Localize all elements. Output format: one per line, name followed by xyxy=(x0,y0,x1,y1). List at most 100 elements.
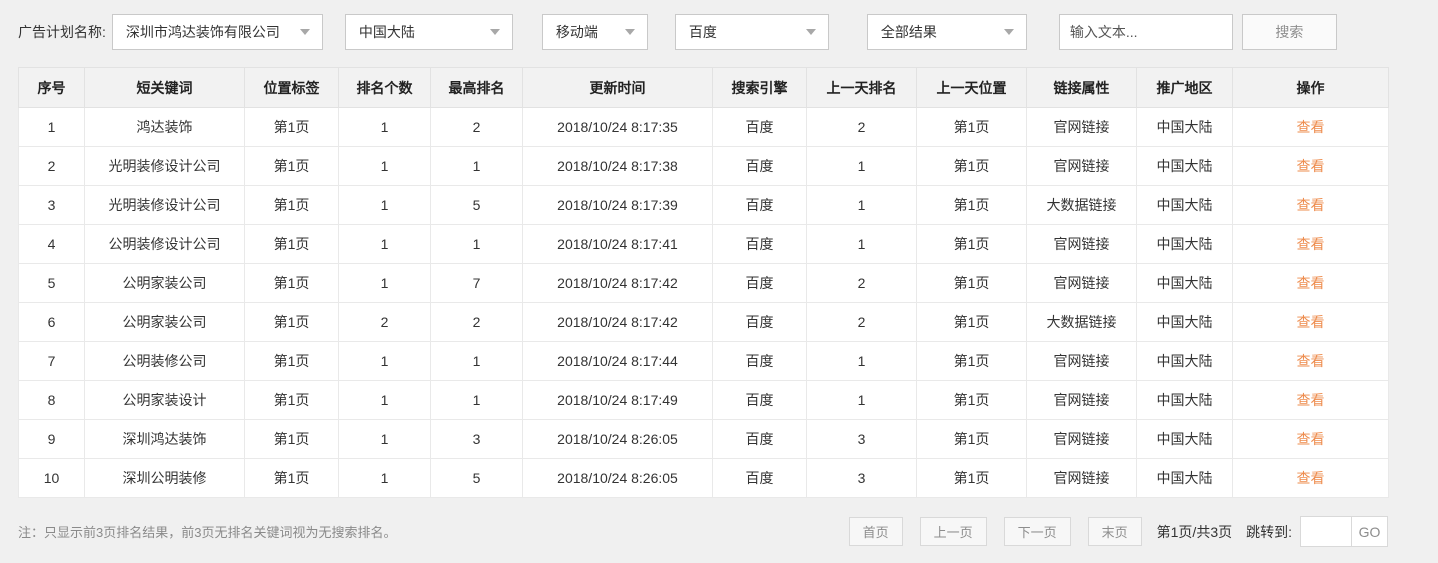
view-link[interactable]: 查看 xyxy=(1297,236,1325,252)
table-cell: 官网链接 xyxy=(1026,146,1137,186)
table-cell: 深圳公明装修 xyxy=(84,458,245,498)
table-cell: 第1页 xyxy=(916,263,1027,303)
table-cell: 中国大陆 xyxy=(1136,107,1233,147)
column-header-promo-region: 推广地区 xyxy=(1136,67,1233,108)
table-cell: 2018/10/24 8:17:42 xyxy=(522,302,713,342)
device-select[interactable]: 移动端 xyxy=(541,13,648,50)
table-cell: 2 xyxy=(338,302,431,342)
chevron-down-icon xyxy=(805,28,816,35)
ad-plan-label: 广告计划名称: xyxy=(18,23,106,40)
result-type-select[interactable]: 全部结果 xyxy=(866,13,1027,50)
view-link[interactable]: 查看 xyxy=(1297,119,1325,135)
table-cell: 1 xyxy=(806,341,917,381)
table-cell: 7 xyxy=(18,341,85,381)
view-link[interactable]: 查看 xyxy=(1297,353,1325,369)
action-cell: 查看 xyxy=(1232,458,1389,498)
table-cell: 公明家装设计 xyxy=(84,380,245,420)
view-link[interactable]: 查看 xyxy=(1297,275,1325,291)
table-cell: 官网链接 xyxy=(1026,224,1137,264)
table-cell: 中国大陆 xyxy=(1136,380,1233,420)
table-cell: 2018/10/24 8:17:41 xyxy=(522,224,713,264)
table-cell: 1 xyxy=(338,458,431,498)
jump-group: GO xyxy=(1300,516,1388,547)
chevron-down-icon xyxy=(299,28,310,35)
table-cell: 第1页 xyxy=(916,419,1027,459)
region-select-value: 中国大陆 xyxy=(358,23,415,40)
table-cell: 百度 xyxy=(712,263,807,303)
table-cell: 中国大陆 xyxy=(1136,224,1233,264)
table-cell: 1 xyxy=(430,380,523,420)
table-cell: 官网链接 xyxy=(1026,263,1137,303)
view-link[interactable]: 查看 xyxy=(1297,314,1325,330)
table-cell: 中国大陆 xyxy=(1136,458,1233,498)
table-cell: 1 xyxy=(338,263,431,303)
table-cell: 5 xyxy=(18,263,85,303)
column-header-engine: 搜索引擎 xyxy=(712,67,807,108)
table-cell: 百度 xyxy=(712,224,807,264)
jump-input[interactable] xyxy=(1301,517,1351,546)
next-page-button[interactable]: 下一页 xyxy=(1003,517,1071,546)
first-page-button[interactable]: 首页 xyxy=(848,517,903,546)
table-cell: 4 xyxy=(18,224,85,264)
table-cell: 第1页 xyxy=(244,419,339,459)
table-cell: 8 xyxy=(18,380,85,420)
column-header-update-time: 更新时间 xyxy=(522,67,713,108)
action-cell: 查看 xyxy=(1232,224,1389,264)
table-cell: 第1页 xyxy=(244,107,339,147)
last-page-button[interactable]: 末页 xyxy=(1087,517,1142,546)
table-cell: 第1页 xyxy=(916,458,1027,498)
view-link[interactable]: 查看 xyxy=(1297,431,1325,447)
table-cell: 第1页 xyxy=(244,341,339,381)
table-row: 7 公明装修公司 第1页 1 1 2018/10/24 8:17:44 百度 1 第1页 官网链接… xyxy=(18,341,1389,381)
go-button[interactable]: GO xyxy=(1351,517,1387,546)
table-cell: 第1页 xyxy=(244,224,339,264)
table-row: 6 公明家装公司 第1页 2 2 2018/10/24 8:17:42 百度 2 第1页 大数据链… xyxy=(18,302,1389,342)
table-cell: 深圳鸿达装饰 xyxy=(84,419,245,459)
table-cell: 鸿达装饰 xyxy=(84,107,245,147)
table-cell: 1 xyxy=(338,380,431,420)
table-cell: 1 xyxy=(430,146,523,186)
view-link[interactable]: 查看 xyxy=(1297,470,1325,486)
table-cell: 第1页 xyxy=(916,185,1027,225)
search-engine-select[interactable]: 百度 xyxy=(674,13,829,50)
table-row: 2 光明装修设计公司 第1页 1 1 2018/10/24 8:17:38 百度 1 第1页 官网… xyxy=(18,146,1389,186)
table-cell: 1 xyxy=(806,224,917,264)
view-link[interactable]: 查看 xyxy=(1297,158,1325,174)
prev-page-button[interactable]: 上一页 xyxy=(919,517,987,546)
table-cell: 2018/10/24 8:26:05 xyxy=(522,458,713,498)
region-select[interactable]: 中国大陆 xyxy=(344,13,513,50)
filter-toolbar: 广告计划名称: 深圳市鸿达装饰有限公司 中国大陆 移动端 百度 全部结果 搜索 xyxy=(0,0,1438,50)
table-cell: 第1页 xyxy=(244,458,339,498)
search-button[interactable]: 搜索 xyxy=(1241,13,1337,50)
view-link[interactable]: 查看 xyxy=(1297,392,1325,408)
chevron-down-icon xyxy=(489,28,500,35)
table-cell: 3 xyxy=(430,419,523,459)
ad-plan-select[interactable]: 深圳市鸿达装饰有限公司 xyxy=(111,13,323,50)
table-cell: 2018/10/24 8:17:42 xyxy=(522,263,713,303)
column-header-prev-pos: 上一天位置 xyxy=(916,67,1027,108)
search-engine-select-value: 百度 xyxy=(688,23,717,40)
search-input[interactable] xyxy=(1058,13,1233,50)
keyword-rank-table: 序号 短关键词 位置标签 排名个数 最高排名 更新时间 搜索引擎 上一天排名 上… xyxy=(18,67,1389,498)
table-cell: 百度 xyxy=(712,185,807,225)
table-cell: 百度 xyxy=(712,419,807,459)
table-header-row: 序号 短关键词 位置标签 排名个数 最高排名 更新时间 搜索引擎 上一天排名 上… xyxy=(18,67,1389,108)
action-cell: 查看 xyxy=(1232,263,1389,303)
table-row: 1 鸿达装饰 第1页 1 2 2018/10/24 8:17:35 百度 2 第1页 官网链接 中国… xyxy=(18,107,1389,147)
table-cell: 3 xyxy=(806,419,917,459)
table-cell: 第1页 xyxy=(244,263,339,303)
table-cell: 公明装修公司 xyxy=(84,341,245,381)
chevron-down-icon xyxy=(1003,28,1014,35)
view-link[interactable]: 查看 xyxy=(1297,197,1325,213)
table-cell: 第1页 xyxy=(916,302,1027,342)
table-cell: 大数据链接 xyxy=(1026,302,1137,342)
table-cell: 大数据链接 xyxy=(1026,185,1137,225)
table-cell: 3 xyxy=(806,458,917,498)
table-cell: 1 xyxy=(806,185,917,225)
column-header-rank-count: 排名个数 xyxy=(338,67,431,108)
table-cell: 1 xyxy=(430,341,523,381)
table-cell: 5 xyxy=(430,185,523,225)
table-cell: 百度 xyxy=(712,107,807,147)
action-cell: 查看 xyxy=(1232,107,1389,147)
table-cell: 百度 xyxy=(712,341,807,381)
